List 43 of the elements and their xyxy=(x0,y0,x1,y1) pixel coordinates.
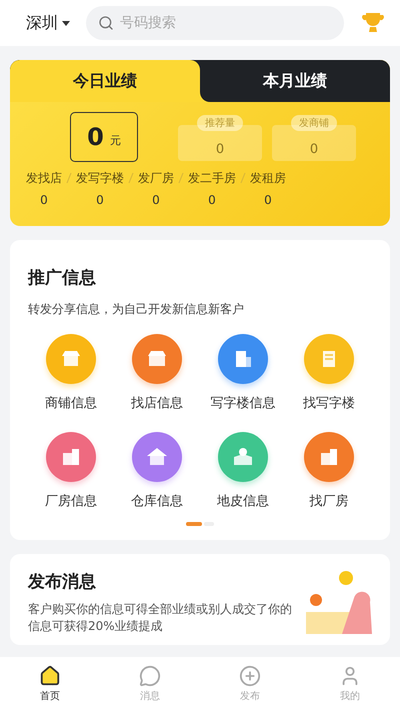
category-item[interactable]: 写字楼信息 xyxy=(200,334,286,412)
city-selector[interactable]: 深圳 xyxy=(26,12,70,34)
slash-divider-icon xyxy=(128,172,134,184)
amount-unit: 元 xyxy=(110,132,121,148)
count-value: 0 xyxy=(40,193,48,207)
count-value: 0 xyxy=(208,193,216,207)
category-item[interactable]: 找厂房 xyxy=(286,432,372,510)
stat-value: 0 xyxy=(310,142,318,157)
count-label: 发厂房 xyxy=(138,170,174,187)
category-item[interactable]: 商铺信息 xyxy=(28,334,114,412)
category-item[interactable]: 找店信息 xyxy=(114,334,200,412)
count-label: 发写字楼 xyxy=(76,170,124,187)
stat-label: 发商铺 xyxy=(291,115,337,131)
trophy-icon[interactable] xyxy=(360,11,386,35)
section-subtitle: 转发分享信息，为自己开发新信息新客户 xyxy=(28,301,245,318)
category-item[interactable]: 厂房信息 xyxy=(28,432,114,510)
category-item[interactable]: 找写字楼 xyxy=(286,334,372,412)
count-value: 0 xyxy=(152,193,160,207)
publish-description: 客户购买你的信息可得全部业绩或别人成交了你的信息可获得20%业绩提成 xyxy=(28,601,293,635)
section-title: 推广信息 xyxy=(28,267,97,289)
slash-divider-icon xyxy=(240,172,246,184)
count-value: 0 xyxy=(264,193,272,207)
search-field[interactable]: 号码搜索 xyxy=(86,6,344,40)
search-icon xyxy=(98,15,114,31)
plus-icon xyxy=(239,664,261,686)
slash-divider-icon xyxy=(66,172,72,184)
count-label: 发找店 xyxy=(26,170,62,187)
caret-icon xyxy=(62,20,70,26)
category-item[interactable]: 地皮信息 xyxy=(200,432,286,510)
performance-tab[interactable]: 本月业绩 xyxy=(200,60,390,102)
nav-tab[interactable]: 首页 xyxy=(0,657,100,710)
performance-tab[interactable]: 今日业绩 xyxy=(10,60,200,102)
count-label: 发租房 xyxy=(250,170,286,187)
stat-label: 推荐量 xyxy=(197,115,243,131)
home-icon xyxy=(39,664,61,686)
count-value: 0 xyxy=(96,193,104,207)
amount-value: 0 xyxy=(87,123,104,151)
count-label: 发二手房 xyxy=(188,170,236,187)
stat-value: 0 xyxy=(216,142,224,157)
category-item[interactable]: 仓库信息 xyxy=(114,432,200,510)
slash-divider-icon xyxy=(178,172,184,184)
chat-icon xyxy=(139,664,161,686)
section-title: 发布消息 xyxy=(28,571,97,593)
